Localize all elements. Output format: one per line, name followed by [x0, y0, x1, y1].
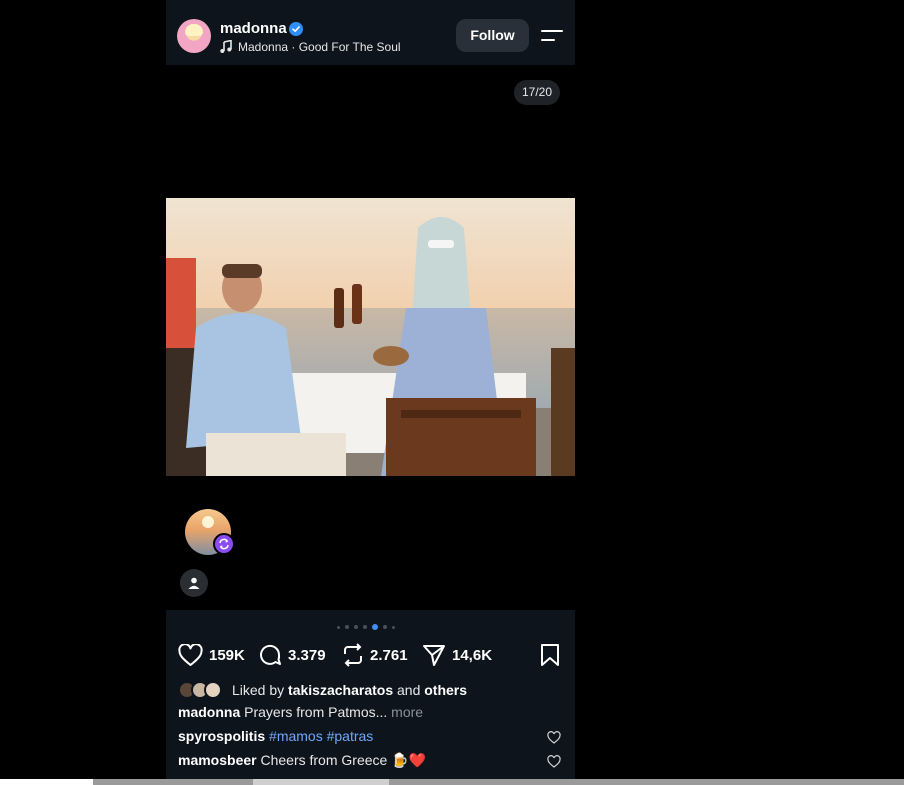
- share-count: 14,6K: [452, 646, 493, 664]
- comment-row: spyrospolitis #mamos #patras: [178, 728, 373, 744]
- avatar: [204, 681, 222, 699]
- carousel-indicator: [337, 624, 395, 630]
- carousel-dot: [383, 625, 387, 629]
- post-caption: madonna Prayers from Patmos... more: [178, 704, 423, 720]
- share-button[interactable]: 14,6K: [422, 642, 492, 668]
- comment-username[interactable]: spyrospolitis: [178, 728, 265, 744]
- like-button[interactable]: 159K: [178, 642, 245, 668]
- carousel-dot: [345, 625, 349, 629]
- follow-button[interactable]: Follow: [456, 19, 529, 52]
- username[interactable]: madonna: [220, 20, 287, 37]
- media-counter: 17/20: [514, 80, 560, 105]
- profile-avatar[interactable]: [177, 19, 211, 53]
- comment-text: Cheers from Greece 🍺❤️: [260, 752, 427, 768]
- comment-icon: [260, 644, 281, 665]
- comment-like-icon[interactable]: [547, 755, 561, 768]
- photo-image: [166, 198, 575, 476]
- carousel-dot: [354, 625, 358, 629]
- menu-icon[interactable]: [541, 28, 563, 44]
- liked-by-user[interactable]: takiszacharatos: [288, 682, 393, 698]
- liked-by-row[interactable]: Liked by takiszacharatos and others: [178, 680, 467, 700]
- tagged-users-button[interactable]: [180, 569, 208, 597]
- like-count: 159K: [209, 646, 245, 664]
- liked-by-avatars: [178, 680, 232, 700]
- repost-icon: [344, 643, 362, 667]
- post-header: madonna Madonna · Good For The Soul Foll…: [166, 0, 575, 65]
- verified-badge-icon: [289, 22, 303, 36]
- comment-username[interactable]: mamosbeer: [178, 752, 257, 768]
- liked-by-text: Liked by takiszacharatos and others: [232, 682, 467, 698]
- share-icon: [423, 645, 445, 666]
- caption-text: Prayers from Patmos...: [244, 704, 388, 720]
- repost-badge-icon: [213, 533, 235, 555]
- audio-track[interactable]: Madonna · Good For The Soul: [238, 40, 401, 54]
- comment-text[interactable]: #mamos #patras: [269, 728, 373, 744]
- horizontal-scrollbar[interactable]: [93, 779, 904, 785]
- caption-more-link[interactable]: more: [391, 704, 423, 720]
- bookmark-icon[interactable]: [539, 643, 561, 667]
- comment-count: 3.379: [288, 646, 326, 664]
- repost-button[interactable]: 2.761: [342, 642, 408, 668]
- liked-by-prefix: Liked by: [232, 682, 285, 698]
- comment-row: mamosbeer Cheers from Greece 🍺❤️: [178, 752, 426, 769]
- comment-like-icon[interactable]: [547, 731, 561, 744]
- carousel-dot: [337, 625, 340, 629]
- caption-username[interactable]: madonna: [178, 704, 240, 720]
- post-viewer: madonna Madonna · Good For The Soul Foll…: [166, 0, 575, 785]
- repost-count: 2.761: [370, 646, 408, 664]
- liked-by-and: and: [397, 682, 421, 698]
- post-photo[interactable]: [166, 198, 575, 476]
- comment-button[interactable]: 3.379: [258, 642, 326, 668]
- post-footer: 159K 3.379 2.761 14,6K Liked by takiszac…: [166, 610, 575, 785]
- music-note-icon: [220, 40, 232, 53]
- user-tag-icon: [188, 577, 200, 589]
- carousel-dot: [392, 625, 395, 629]
- scrollbar-track-left: [0, 779, 93, 785]
- heart-icon: [178, 643, 203, 666]
- carousel-dot-active: [372, 624, 378, 630]
- carousel-dot: [363, 625, 367, 629]
- liked-by-others[interactable]: others: [424, 682, 467, 698]
- scrollbar-thumb[interactable]: [253, 779, 389, 785]
